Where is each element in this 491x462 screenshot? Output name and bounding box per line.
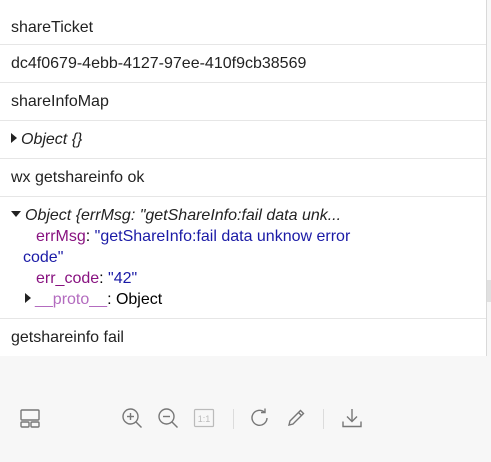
zoom-out-icon[interactable] [157, 407, 179, 429]
log-row-empty-object[interactable]: Object {} [0, 121, 486, 159]
log-text: dc4f0679-4ebb-4127-97ee-410f9cb38569 [11, 55, 307, 72]
prop-value: "getShareInfo:fail data unknow error [94, 228, 351, 245]
download-icon[interactable] [341, 407, 363, 429]
actual-size-icon[interactable]: 1:1 [193, 407, 215, 429]
expand-arrow-icon[interactable] [11, 133, 17, 144]
log-text: shareInfoMap [11, 93, 109, 110]
object-summary[interactable]: Object {errMsg: "getShareInfo:fail data … [25, 207, 341, 224]
layout-icon[interactable] [19, 407, 41, 429]
expand-arrow-icon[interactable] [25, 293, 31, 304]
viewer-window: shareTicket dc4f0679-4ebb-4127-97ee-410f… [0, 0, 491, 462]
log-row-share-info-map: shareInfoMap [0, 83, 486, 121]
prop-errmsg-wrap: code" [11, 247, 475, 268]
object-summary[interactable]: Object {} [21, 131, 82, 148]
scrollbar-thumb[interactable] [487, 280, 491, 302]
console-log-panel: shareTicket dc4f0679-4ebb-4127-97ee-410f… [0, 0, 487, 356]
prop-proto[interactable]: __proto__: Object [11, 289, 475, 310]
object-header[interactable]: Object {errMsg: "getShareInfo:fail data … [11, 205, 475, 226]
prop-key[interactable]: __proto__ [35, 291, 107, 308]
edit-icon[interactable] [285, 407, 307, 429]
prop-errmsg: errMsg: "getShareInfo:fail data unknow e… [36, 228, 351, 245]
log-row-share-ticket: shareTicket [0, 0, 486, 45]
prop-value: "42" [108, 270, 138, 287]
log-row-expanded-object: Object {errMsg: "getShareInfo:fail data … [0, 197, 486, 319]
actual-size-label: 1:1 [198, 414, 211, 424]
log-row-ticket-value: dc4f0679-4ebb-4127-97ee-410f9cb38569 [0, 45, 486, 83]
log-text: wx getshareinfo ok [11, 169, 145, 186]
log-row-getshareinfo-fail: getshareinfo fail [0, 319, 486, 356]
log-text: getshareinfo fail [11, 329, 124, 346]
log-row-getshareinfo-ok: wx getshareinfo ok [0, 159, 486, 197]
image-viewer-toolbar: 1:1 [0, 357, 491, 462]
prop-key: errMsg [36, 228, 86, 245]
collapse-arrow-icon[interactable] [11, 211, 21, 218]
prop-key: err_code [36, 270, 100, 287]
rotate-icon[interactable] [249, 407, 271, 429]
toolbar-divider [323, 409, 324, 429]
log-text: shareTicket [11, 19, 94, 36]
prop-value-continuation: code" [23, 249, 64, 266]
zoom-in-icon[interactable] [121, 407, 143, 429]
prop-value: Object [115, 291, 163, 308]
prop-err-code: err_code: "42" [36, 270, 138, 287]
toolbar-divider [233, 409, 234, 429]
